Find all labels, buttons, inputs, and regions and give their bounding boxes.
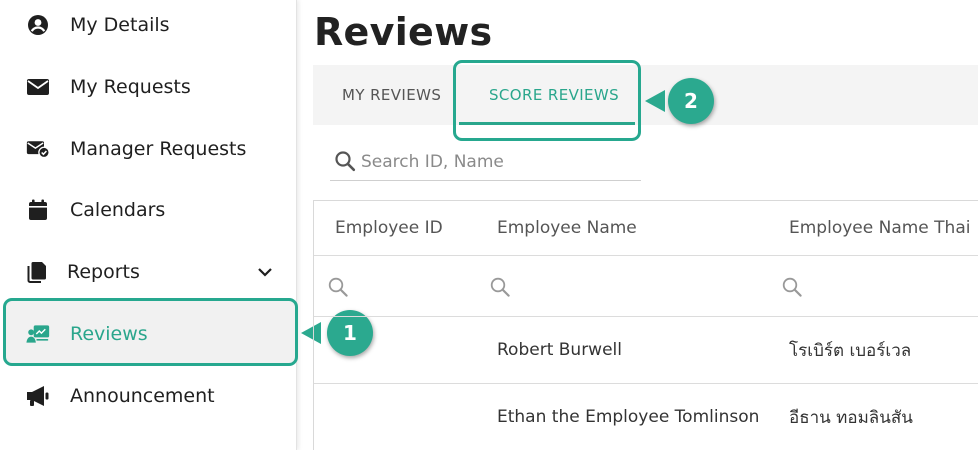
search-input[interactable] [361,148,631,176]
calendar-icon [26,198,50,222]
column-header-employee-name[interactable]: Employee Name [497,201,637,255]
sidebar-item-reports[interactable]: Reports [0,242,297,302]
documents-icon [25,260,49,284]
megaphone-icon [26,384,50,408]
sidebar-item-label: My Details [70,14,170,36]
sidebar-item-announcement[interactable]: Announcement [0,366,297,426]
sidebar-item-manager-requests[interactable]: Manager Requests [0,119,297,179]
sidebar-item-label: Reports [67,261,140,283]
table-row[interactable]: Ethan the Employee Tomlinson อีธาน ทอมลิ… [314,384,978,450]
envelope-check-icon [26,137,50,161]
cell-employee-name: Ethan the Employee Tomlinson [497,407,760,427]
callout-2-badge: 2 [668,78,714,124]
filter-search-icon[interactable] [781,276,803,298]
cell-employee-name: Robert Burwell [497,340,622,360]
table-row[interactable]: Robert Burwell โรเบิร์ต เบอร์เวล [314,317,978,384]
sidebar-item-label: My Requests [70,76,191,98]
sidebar-item-label: Manager Requests [70,138,247,160]
cell-employee-name-thai: อีธาน ทอมลินสัน [789,407,913,428]
sidebar-item-label: Announcement [70,385,215,407]
reviews-table: Employee ID Employee Name Employee Name … [313,200,978,450]
column-header-employee-id[interactable]: Employee ID [335,201,443,255]
sidebar-item-my-details[interactable]: My Details [0,0,297,55]
search-box [330,145,641,181]
tab-my-reviews[interactable]: MY REVIEWS [342,65,441,125]
tab-score-reviews-highlight [453,60,641,141]
sidebar-item-calendars[interactable]: Calendars [0,180,297,240]
filter-search-icon[interactable] [489,276,511,298]
search-icon [334,150,356,172]
user-circle-icon [26,13,50,37]
callout-2-pointer [645,90,665,112]
chevron-down-icon[interactable] [256,263,274,281]
sidebar-item-label: Calendars [70,199,166,221]
sidebar-item-reviews[interactable]: Reviews [0,304,297,364]
table-header-row: Employee ID Employee Name Employee Name … [314,201,978,256]
page-title: Reviews [314,10,493,54]
sidebar-item-my-requests[interactable]: My Requests [0,57,297,117]
cell-employee-name-thai: โรเบิร์ต เบอร์เวล [789,340,912,361]
sidebar: My Details My Requests Manager Requests … [0,0,298,450]
envelope-icon [26,75,50,99]
table-filter-row [314,256,978,317]
filter-search-icon[interactable] [327,276,349,298]
sidebar-item-label: Reviews [70,323,148,345]
column-header-employee-name-thai[interactable]: Employee Name Thai [789,201,970,255]
review-chart-icon [26,322,50,346]
